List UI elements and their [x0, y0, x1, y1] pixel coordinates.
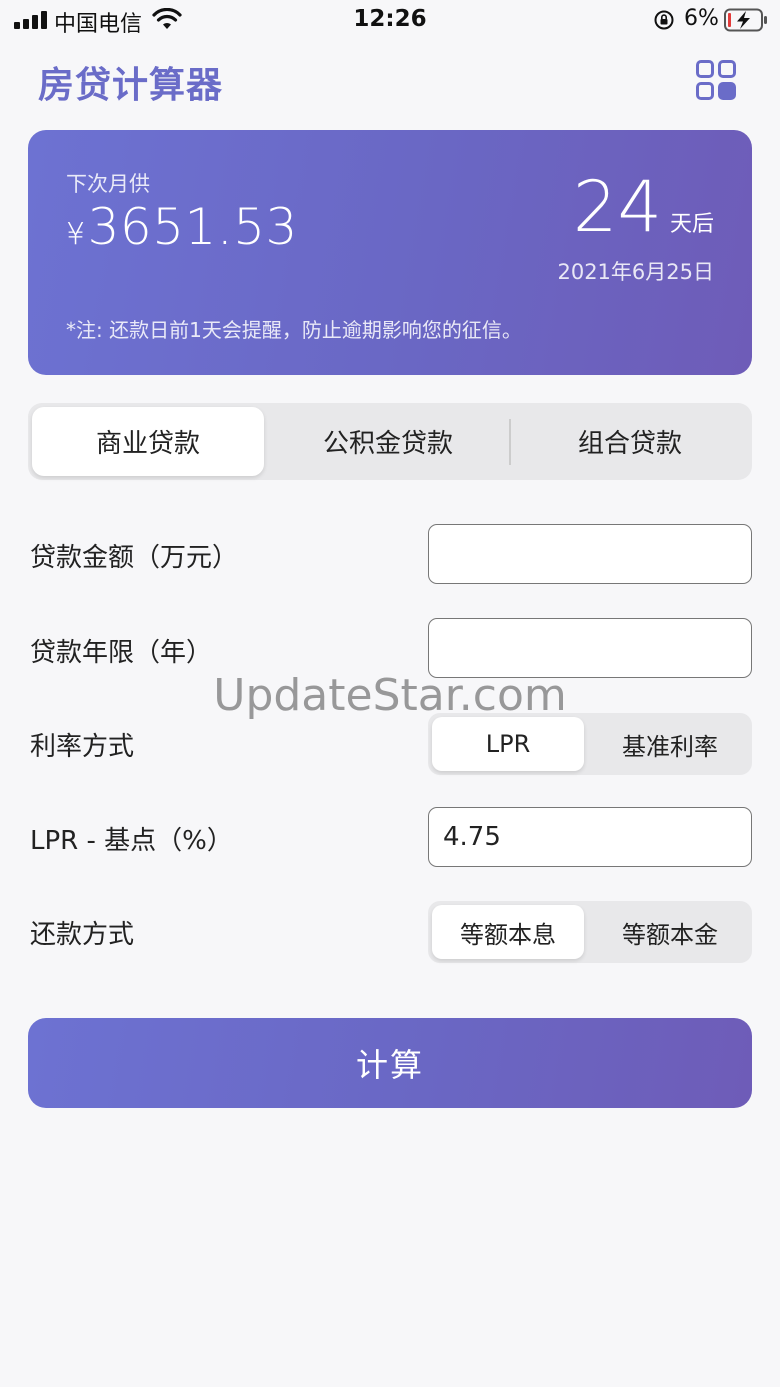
loan-amount-label: 贷款金额（万元）	[30, 543, 239, 573]
days-number: 24	[572, 166, 662, 248]
tab-commercial-loan[interactable]: 商业贷款	[32, 407, 264, 476]
lpr-rate-input[interactable]: 4.75	[428, 807, 752, 867]
reminder-note: *注: 还款日前1天会提醒，防止逾期影响您的征信。	[66, 318, 522, 342]
repay-mode-equal-principal[interactable]: 等额本金	[594, 905, 746, 959]
amount-value: 3651.53	[87, 198, 298, 256]
rotation-lock-icon	[654, 10, 674, 30]
tab-combined-loan[interactable]: 组合贷款	[512, 407, 748, 476]
battery-percent: 6%	[684, 6, 719, 31]
battery-charging-icon	[724, 8, 767, 32]
rate-mode-lpr[interactable]: LPR	[432, 717, 584, 771]
next-payment-card: 下次月供 ¥3651.53 24 天后 2021年6月25日 *注: 还款日前1天…	[28, 130, 752, 375]
days-remaining: 24 天后	[573, 172, 714, 242]
loan-type-tabs: 商业贷款 公积金贷款 组合贷款	[28, 403, 752, 480]
currency-symbol: ¥	[66, 217, 86, 252]
next-payment-amount: ¥3651.53	[66, 198, 298, 256]
repay-mode-selector: 等额本息 等额本金	[428, 901, 752, 963]
loan-years-label: 贷款年限（年）	[30, 638, 213, 668]
repay-mode-label: 还款方式	[30, 920, 135, 950]
loan-amount-input[interactable]	[428, 524, 752, 584]
next-payment-label: 下次月供	[66, 172, 150, 196]
status-bar: 中国电信 12:26 6%	[0, 0, 780, 40]
tab-provident-fund-loan[interactable]: 公积金贷款	[268, 407, 508, 476]
days-unit: 天后	[669, 212, 714, 237]
grid-menu-icon[interactable]	[695, 59, 737, 101]
tab-divider	[509, 419, 511, 465]
rate-mode-label: 利率方式	[30, 732, 135, 762]
rate-mode-selector: LPR 基准利率	[428, 713, 752, 775]
payment-date: 2021年6月25日	[557, 260, 714, 284]
rate-mode-benchmark[interactable]: 基准利率	[594, 717, 746, 771]
loan-years-input[interactable]	[428, 618, 752, 678]
page-title: 房贷计算器	[38, 65, 224, 106]
repay-mode-equal-installment[interactable]: 等额本息	[432, 905, 584, 959]
calculate-button[interactable]: 计算	[28, 1018, 752, 1108]
lpr-basis-label: LPR - 基点（%）	[30, 826, 233, 856]
